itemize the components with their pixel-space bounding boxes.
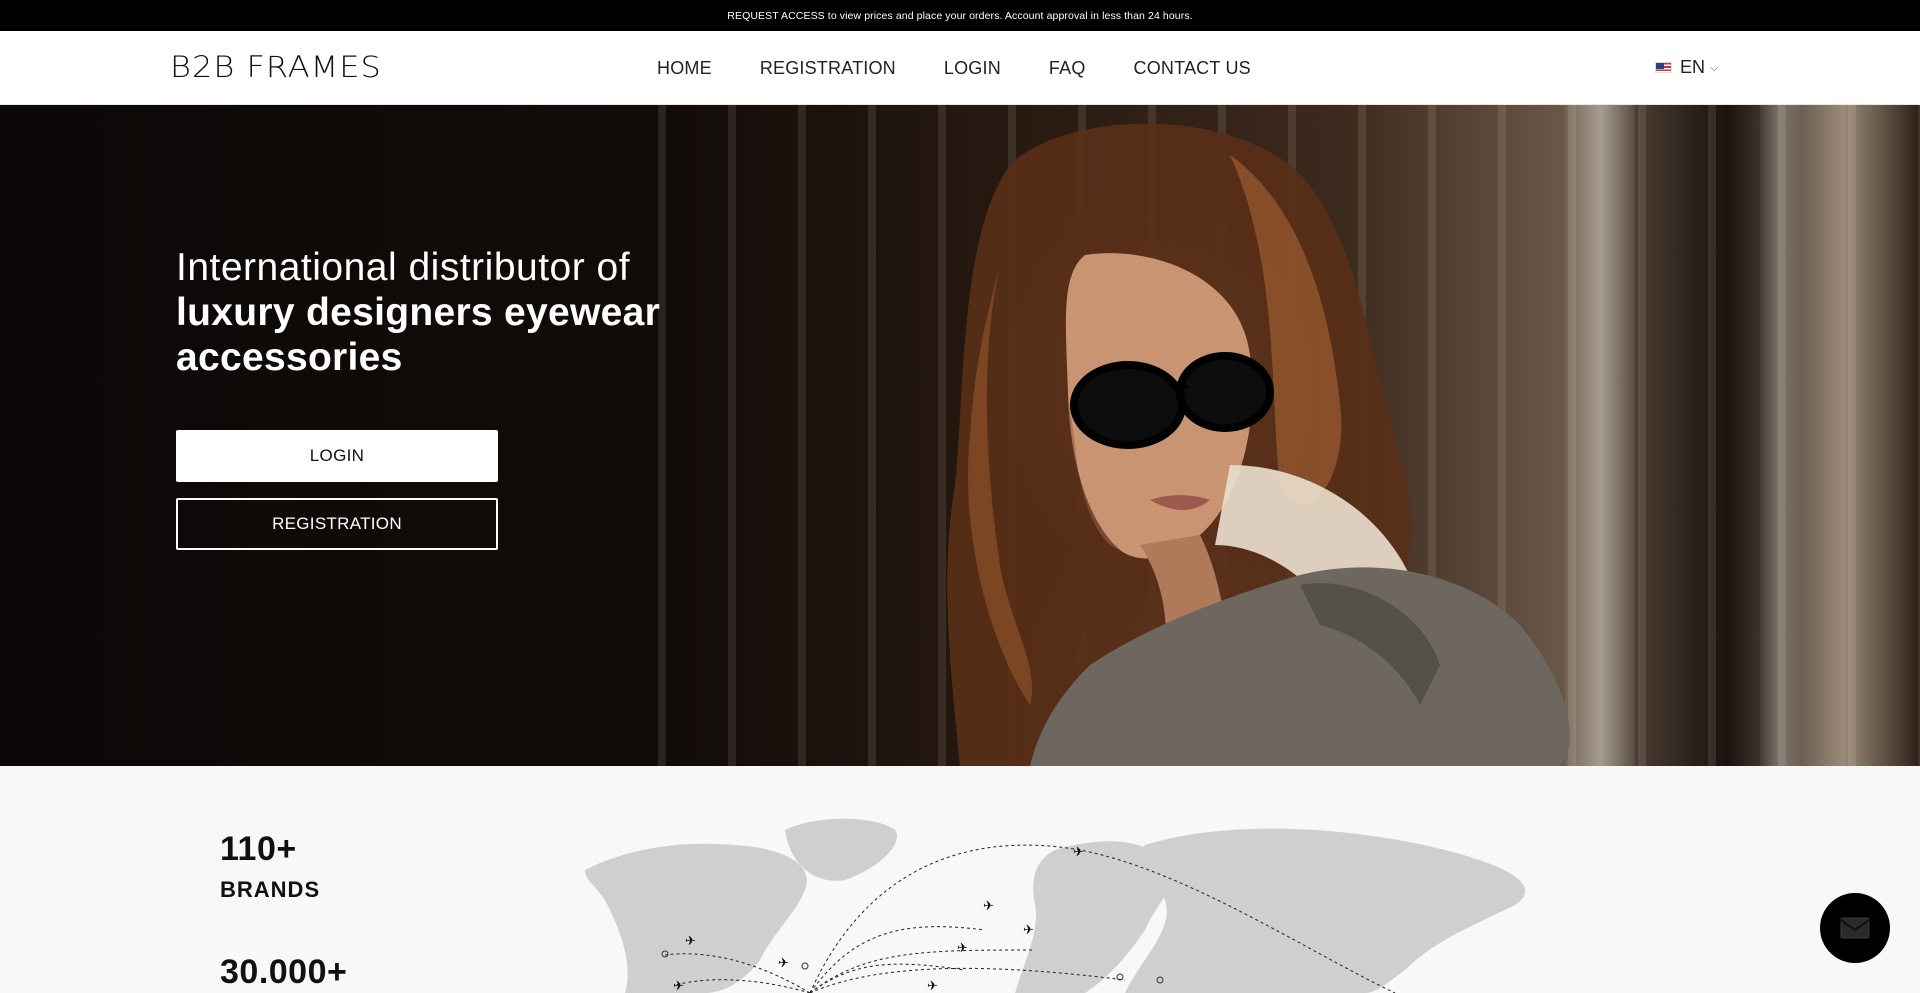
- envelope-icon: [1840, 917, 1870, 939]
- airplane-icon: ✈: [983, 899, 994, 914]
- main-nav: HOME REGISTRATION LOGIN FAQ CONTACT US: [657, 31, 1299, 105]
- nav-login[interactable]: LOGIN: [944, 58, 1001, 79]
- language-selector[interactable]: EN ⌵: [1655, 57, 1718, 78]
- airplane-icon: ✈: [957, 941, 968, 956]
- airplane-icon: ✈: [1073, 845, 1084, 860]
- airplane-icon: ✈: [673, 979, 684, 993]
- hero-headline: International distributor of luxury desi…: [176, 245, 660, 380]
- announcement-bar: REQUEST ACCESS to view prices and place …: [0, 0, 1920, 31]
- airplane-icon: ✈: [1023, 923, 1034, 938]
- nav-contact-us[interactable]: CONTACT US: [1134, 58, 1251, 79]
- north-america-shape: [585, 843, 807, 993]
- world-map: ✈ ✈ ✈ ✈ ✈ ✈ ✈ ✈: [585, 818, 1526, 993]
- sunglasses-right-lens: [1176, 352, 1274, 432]
- nav-registration[interactable]: REGISTRATION: [760, 58, 896, 79]
- hero-headline-line1: International distributor of: [176, 246, 631, 289]
- flight-path: [809, 926, 986, 993]
- chevron-down-icon: ⌵: [1710, 62, 1719, 74]
- nav-home[interactable]: HOME: [657, 58, 712, 79]
- hero-banner: International distributor of luxury desi…: [0, 105, 1920, 766]
- language-code: EN: [1680, 57, 1706, 77]
- stat-item: 30.000+: [220, 953, 347, 992]
- hero-headline-line2: luxury designers eyewear: [176, 291, 661, 334]
- sunglasses-left-lens: [1070, 361, 1186, 449]
- hero-login-button[interactable]: LOGIN: [176, 430, 498, 482]
- announcement-text: REQUEST ACCESS to view prices and place …: [727, 9, 1193, 22]
- stat-item: 110+ BRANDS: [220, 830, 347, 903]
- nav-faq[interactable]: FAQ: [1049, 58, 1086, 79]
- stat-label: BRANDS: [220, 877, 321, 902]
- airplane-icon: ✈: [927, 979, 938, 993]
- stat-value: 30.000+: [220, 953, 348, 991]
- airplane-icon: ✈: [685, 934, 696, 949]
- hero-registration-button[interactable]: REGISTRATION: [176, 498, 498, 550]
- chat-button[interactable]: [1820, 893, 1890, 963]
- hero-headline-line3: accessories: [176, 336, 403, 379]
- site-logo[interactable]: B2B FRAMES: [170, 51, 382, 83]
- stat-value: 110+: [220, 830, 297, 868]
- location-dot: [801, 962, 809, 970]
- asia-shape: [1125, 828, 1526, 993]
- site-header: B2B FRAMES HOME REGISTRATION LOGIN FAQ C…: [0, 31, 1920, 105]
- us-flag-icon: [1655, 62, 1672, 73]
- stats-section: 110+ BRANDS 30.000+: [220, 830, 347, 992]
- airplane-icon: ✈: [778, 956, 789, 971]
